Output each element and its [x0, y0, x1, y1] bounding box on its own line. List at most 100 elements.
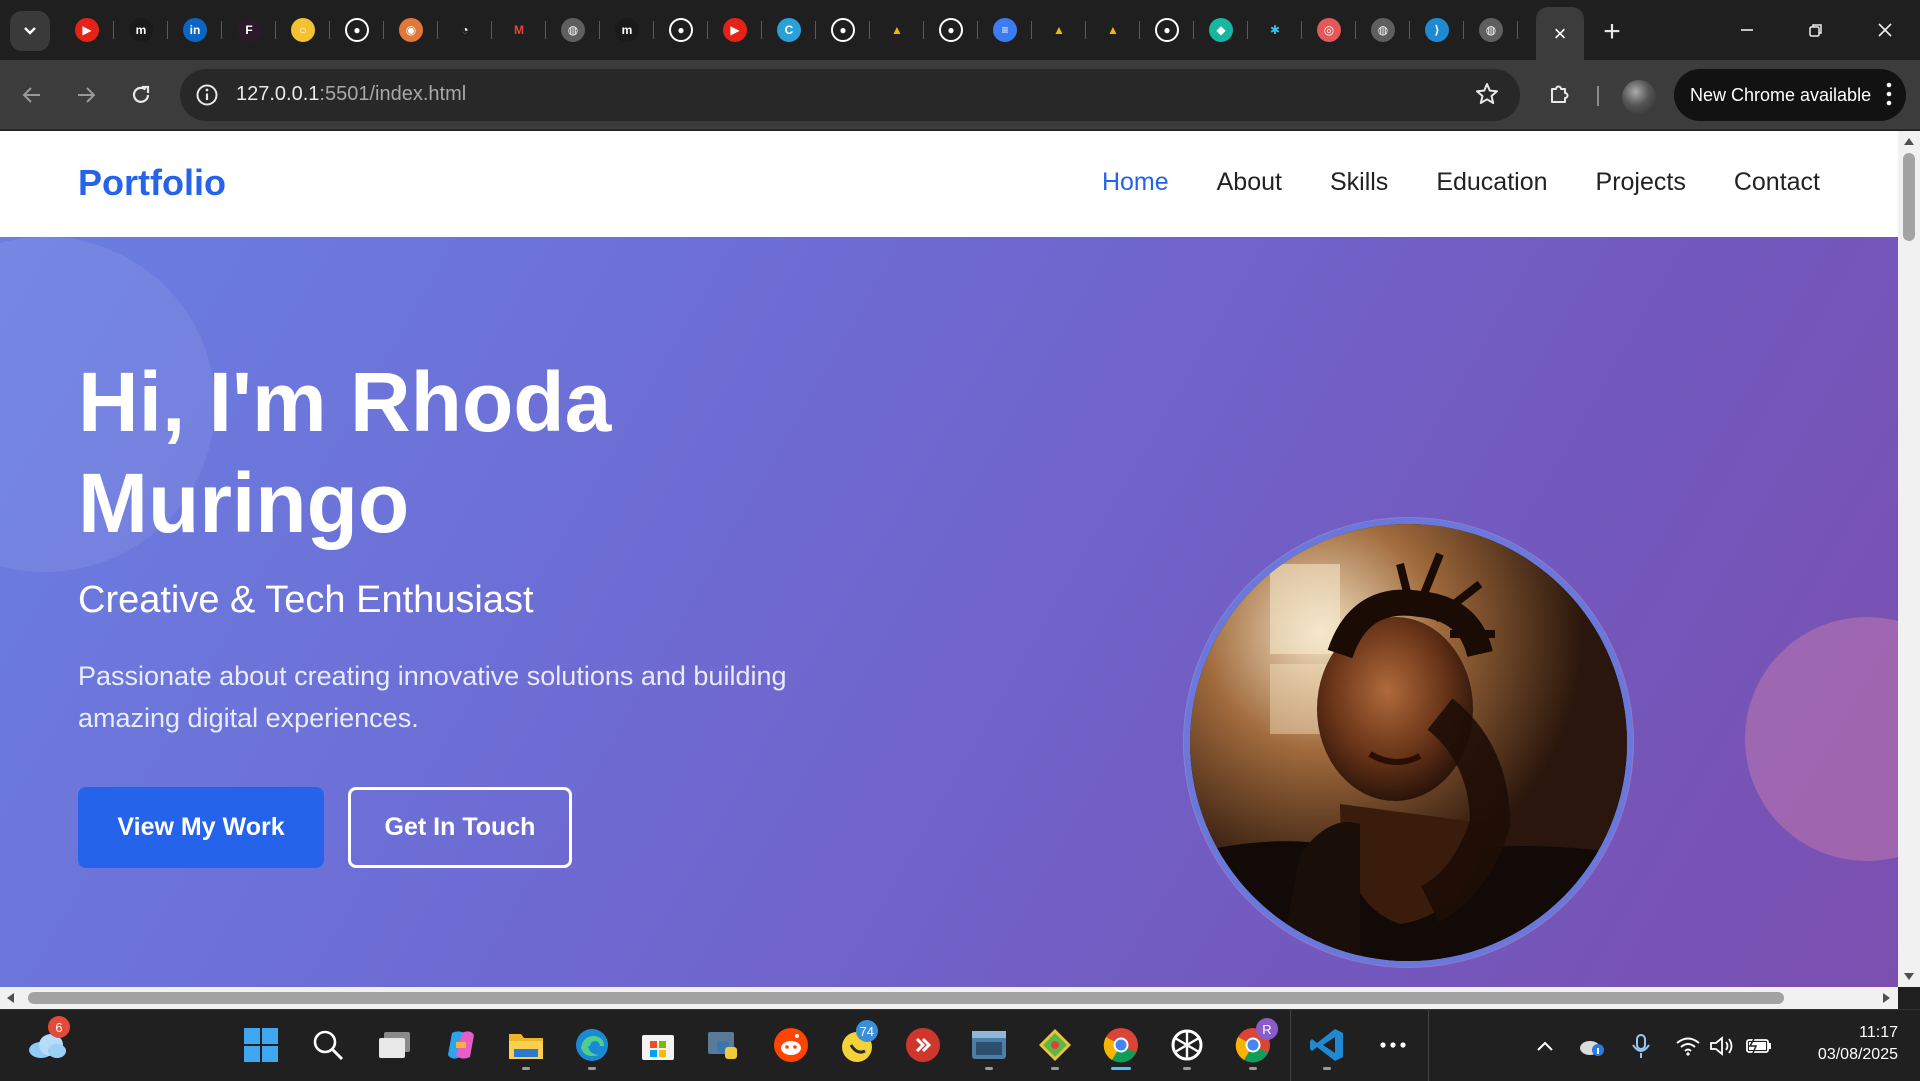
tab[interactable]: ▲	[870, 7, 924, 53]
tab[interactable]: ○	[276, 7, 330, 53]
nav-home[interactable]: Home	[1102, 168, 1169, 197]
vscode-app[interactable]	[1302, 1020, 1352, 1070]
reddit-app[interactable]	[766, 1020, 816, 1070]
task-view-button[interactable]	[370, 1020, 420, 1070]
active-tab[interactable]: ×	[1536, 7, 1584, 60]
onedrive-tray[interactable]	[1578, 1032, 1606, 1060]
tab[interactable]: F	[222, 7, 276, 53]
task-view-icon	[379, 1032, 410, 1058]
nav-contact[interactable]: Contact	[1734, 168, 1820, 197]
tab[interactable]: ◍	[546, 7, 600, 53]
site-info-icon[interactable]	[194, 82, 220, 108]
star-icon[interactable]	[1474, 81, 1500, 107]
taskbar-search[interactable]	[303, 1020, 353, 1070]
chrome-update-button[interactable]: New Chrome available	[1674, 69, 1906, 121]
git-app[interactable]	[1030, 1020, 1080, 1070]
tab[interactable]: m	[600, 7, 654, 53]
back-button[interactable]	[12, 75, 52, 115]
tab-search-button[interactable]	[10, 11, 50, 51]
tab[interactable]: ⟩	[1410, 7, 1464, 53]
more-vertical-icon[interactable]	[1886, 81, 1892, 107]
chrome-profile-app[interactable]: R	[1228, 1018, 1278, 1070]
tab[interactable]: C	[762, 7, 816, 53]
tab[interactable]: ◆	[1194, 7, 1248, 53]
scroll-down-icon[interactable]	[1903, 972, 1915, 982]
tab[interactable]: ▶	[708, 7, 762, 53]
python-app[interactable]	[699, 1020, 749, 1070]
weather-widget[interactable]: 6	[22, 1016, 72, 1070]
volume-tray[interactable]	[1708, 1032, 1736, 1060]
tab[interactable]: ●	[330, 7, 384, 53]
scroll-up-icon[interactable]	[1903, 136, 1915, 146]
extensions-button[interactable]	[1542, 76, 1578, 112]
profile-avatar[interactable]	[1622, 80, 1656, 114]
new-tab-button[interactable]: +	[1592, 12, 1632, 52]
github-icon: ●	[345, 18, 369, 42]
taskbar-separator	[1428, 1010, 1429, 1081]
nav-education[interactable]: Education	[1436, 168, 1547, 197]
chatgpt-orange-icon: ◉	[399, 18, 423, 42]
microphone-tray[interactable]	[1627, 1032, 1655, 1060]
url-path: :5501/index.html	[319, 83, 467, 105]
github-icon: ●	[939, 18, 963, 42]
terminal-app[interactable]	[964, 1020, 1014, 1070]
tab[interactable]: ●	[1140, 7, 1194, 53]
microsoft-store-app[interactable]	[633, 1020, 683, 1070]
tab[interactable]: ≡	[978, 7, 1032, 53]
tab[interactable]: ▲	[1032, 7, 1086, 53]
tab[interactable]: ◔	[438, 7, 492, 53]
tab[interactable]: ▶	[60, 7, 114, 53]
nav-about[interactable]: About	[1217, 168, 1282, 197]
close-window-button[interactable]	[1860, 10, 1910, 50]
forward-button[interactable]	[66, 75, 106, 115]
close-tab-icon[interactable]: ×	[1554, 21, 1567, 47]
chrome-app[interactable]	[1096, 1020, 1146, 1070]
tab[interactable]: ◉	[384, 7, 438, 53]
tab[interactable]: ●	[654, 7, 708, 53]
taskbar-clock[interactable]: 11:17 03/08/2025	[1818, 1022, 1898, 1066]
horizontal-scrollbar[interactable]	[0, 987, 1898, 1009]
horizontal-scroll-thumb[interactable]	[28, 992, 1784, 1004]
tab[interactable]: m	[114, 7, 168, 53]
address-bar[interactable]: 127.0.0.1:5501/index.html	[180, 69, 1520, 121]
view-my-work-button[interactable]: View My Work	[78, 787, 324, 868]
nav-projects[interactable]: Projects	[1596, 168, 1686, 197]
restore-button[interactable]	[1791, 10, 1841, 50]
file-explorer-app[interactable]	[501, 1020, 551, 1070]
vertical-scroll-thumb[interactable]	[1903, 153, 1915, 241]
vscode-icon: ⟩	[1425, 18, 1449, 42]
tab[interactable]: ◍	[1356, 7, 1410, 53]
edge-app[interactable]	[567, 1020, 617, 1070]
copilot-app[interactable]	[436, 1020, 486, 1070]
tab[interactable]: ✱	[1248, 7, 1302, 53]
anydesk-app[interactable]	[898, 1020, 948, 1070]
tab[interactable]: ●	[816, 7, 870, 53]
minimize-icon	[1741, 29, 1753, 31]
tab[interactable]: ●	[924, 7, 978, 53]
running-indicator	[1249, 1067, 1257, 1070]
start-button[interactable]	[236, 1020, 286, 1070]
more-apps-button[interactable]	[1368, 1020, 1418, 1070]
site-brand[interactable]: Portfolio	[78, 162, 226, 204]
reload-button[interactable]	[121, 75, 161, 115]
tab[interactable]: ◎	[1302, 7, 1356, 53]
tab[interactable]: M	[492, 7, 546, 53]
url-text[interactable]: 127.0.0.1:5501/index.html	[236, 83, 466, 106]
microsoft-store-icon	[642, 1035, 674, 1060]
tab[interactable]: ◍	[1464, 7, 1518, 53]
minimize-button[interactable]	[1722, 10, 1772, 50]
clock-date: 03/08/2025	[1817, 1046, 1898, 1063]
tab[interactable]: ▲	[1086, 7, 1140, 53]
chatgpt-app[interactable]	[1162, 1020, 1212, 1070]
get-in-touch-button[interactable]: Get In Touch	[348, 787, 572, 868]
vertical-scrollbar[interactable]	[1898, 131, 1920, 987]
google-drive-icon: ▲	[1047, 18, 1071, 42]
battery-tray[interactable]	[1744, 1032, 1772, 1060]
scroll-left-icon[interactable]	[5, 992, 15, 1004]
tab[interactable]: in	[168, 7, 222, 53]
whatsapp-app[interactable]: 74	[832, 1020, 882, 1070]
nav-skills[interactable]: Skills	[1330, 168, 1388, 197]
tray-overflow-button[interactable]	[1531, 1032, 1559, 1060]
scroll-right-icon[interactable]	[1882, 992, 1892, 1004]
wifi-tray[interactable]	[1674, 1032, 1702, 1060]
